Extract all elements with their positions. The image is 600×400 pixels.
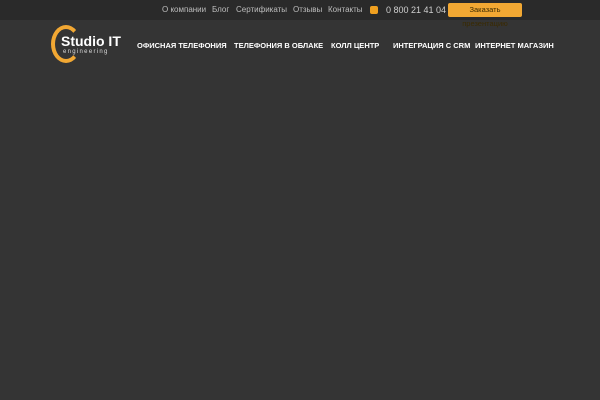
- phone-icon: [370, 6, 378, 14]
- link-certificates[interactable]: Сертификаты: [236, 5, 287, 14]
- nav-office-telephony[interactable]: ОФИСНАЯ ТЕЛЕФОНИЯ: [137, 41, 227, 50]
- nav-online-store[interactable]: ИНТЕРНЕТ МАГАЗИН: [475, 41, 554, 50]
- nav-call-center[interactable]: КОЛЛ ЦЕНТР: [331, 41, 379, 50]
- top-bar: О компании Блог Сертификаты Отзывы Конта…: [0, 0, 600, 28]
- phone-number[interactable]: 0 800 21 41 04: [386, 5, 446, 15]
- nav-cloud-telephony[interactable]: ТЕЛЕФОНИЯ В ОБЛАКЕ: [234, 41, 323, 50]
- order-presentation-button[interactable]: Заказать презентацию: [448, 3, 522, 28]
- link-contacts[interactable]: Контакты: [328, 5, 363, 14]
- logo-subtitle: engineering: [63, 49, 109, 55]
- link-about[interactable]: О компании: [162, 5, 206, 14]
- link-reviews[interactable]: Отзывы: [293, 5, 322, 14]
- logo-title: Studio IT: [61, 33, 121, 49]
- logo[interactable]: Studio IT engineering: [51, 25, 121, 65]
- link-blog[interactable]: Блог: [212, 5, 229, 14]
- nav-crm-integration[interactable]: ИНТЕГРАЦИЯ С CRM: [393, 41, 470, 50]
